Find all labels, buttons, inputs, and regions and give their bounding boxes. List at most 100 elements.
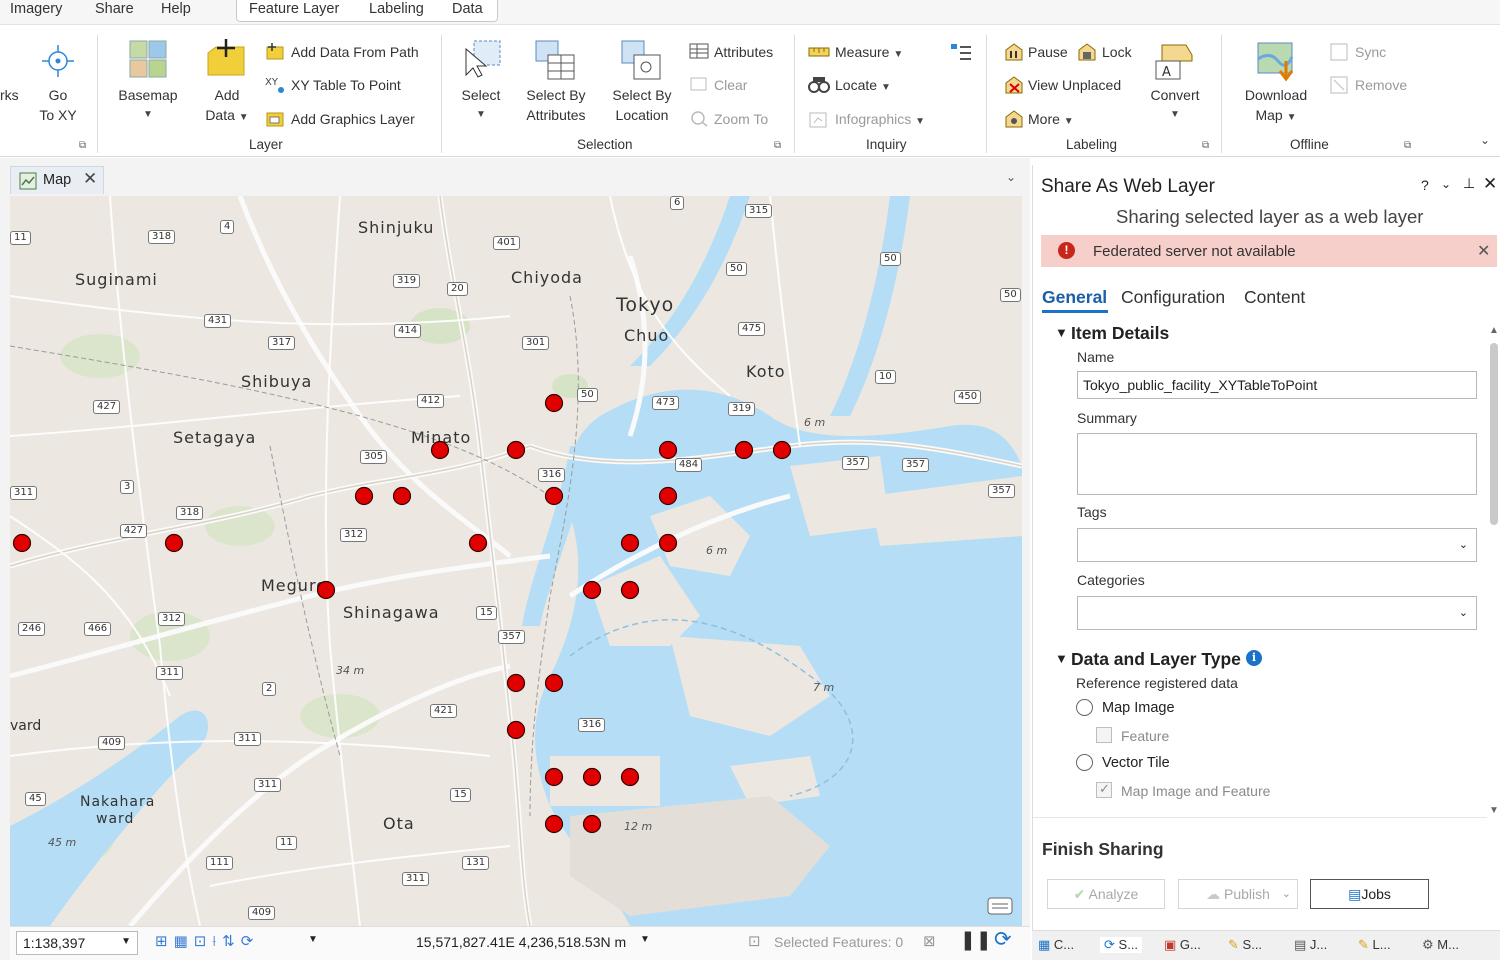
select-button[interactable]: Select ▼ <box>452 85 510 125</box>
basemap-button[interactable]: Basemap ▼ <box>112 85 184 125</box>
add-data-button[interactable]: Add Data ▼ <box>196 85 258 128</box>
pane-scrollbar[interactable]: ▲ ▼ <box>1487 325 1500 825</box>
scroll-down-icon[interactable]: ▼ <box>1489 805 1499 816</box>
facility-point[interactable] <box>468 533 488 553</box>
facility-point[interactable] <box>620 533 640 553</box>
zoom-to-button[interactable]: Zoom To <box>714 109 768 129</box>
facility-point[interactable] <box>772 440 792 460</box>
pane-menu-chevron-icon[interactable]: ⌄ <box>1441 177 1451 191</box>
map-view-tab[interactable]: Map ✕ <box>10 166 104 194</box>
facility-point[interactable] <box>354 486 374 506</box>
facility-point[interactable] <box>316 580 336 600</box>
facility-point[interactable] <box>506 440 526 460</box>
facility-point[interactable] <box>582 814 602 834</box>
facility-point[interactable] <box>164 533 184 553</box>
tab-configuration[interactable]: Configuration <box>1121 287 1225 308</box>
collapse-data-layer-type-icon[interactable]: ▼ <box>1055 651 1068 666</box>
more-button[interactable]: More ▼ <box>1028 109 1074 132</box>
pane-tab-geoprocessing[interactable]: ▣ G... <box>1164 937 1201 953</box>
facility-point[interactable] <box>544 486 564 506</box>
collapse-item-details-icon[interactable]: ▼ <box>1055 325 1068 340</box>
xy-table-to-point-button[interactable]: XY Table To Point <box>291 75 401 95</box>
pin-icon[interactable]: ⊥ <box>1463 175 1475 192</box>
close-map-tab-icon[interactable]: ✕ <box>83 169 97 189</box>
map-image-feature-checkbox[interactable]: ✓ <box>1096 781 1112 798</box>
facility-point[interactable] <box>544 767 564 787</box>
analyze-button[interactable]: ✔ Analyze <box>1047 879 1165 909</box>
download-map-button[interactable]: Download Map ▼ <box>1236 85 1316 128</box>
pane-tab-symbology[interactable]: ✎ S... <box>1228 937 1262 953</box>
select-by-attributes-button[interactable]: Select By Attributes <box>516 85 596 125</box>
tab-general[interactable]: General <box>1042 287 1107 308</box>
help-icon[interactable]: ? <box>1421 177 1429 193</box>
lock-button[interactable]: Lock <box>1102 42 1132 62</box>
feature-checkbox[interactable] <box>1096 727 1112 743</box>
collapse-ribbon-icon[interactable]: ⌄ <box>1480 133 1490 147</box>
tab-imagery[interactable]: Imagery <box>10 0 62 18</box>
go-to-xy-button[interactable]: Go To XY <box>34 85 82 125</box>
labeling-launcher-icon[interactable]: ⧉ <box>1202 140 1209 151</box>
facility-point[interactable] <box>544 393 564 413</box>
close-alert-icon[interactable]: ✕ <box>1477 241 1490 261</box>
tab-feature-layer[interactable]: Feature Layer <box>249 0 339 18</box>
list-settings-icon[interactable] <box>950 42 972 65</box>
facility-point[interactable] <box>620 580 640 600</box>
jobs-button[interactable]: ▤Jobs <box>1310 879 1429 909</box>
facility-point[interactable] <box>544 814 564 834</box>
navigate-launcher-icon[interactable]: ⧉ <box>79 140 86 151</box>
categories-dropdown[interactable]: ⌄ <box>1077 596 1477 630</box>
vector-tile-radio[interactable] <box>1076 754 1093 771</box>
facility-point[interactable] <box>12 533 32 553</box>
infographics-button[interactable]: Infographics ▼ <box>835 109 925 132</box>
chevron-down-icon[interactable]: ▼ <box>308 934 318 945</box>
view-unplaced-button[interactable]: View Unplaced <box>1028 75 1121 95</box>
pause-button[interactable]: Pause <box>1028 42 1068 62</box>
summary-field[interactable] <box>1077 433 1477 495</box>
tab-help[interactable]: Help <box>161 0 191 18</box>
publish-button[interactable]: ☁ Publish ⌄ <box>1178 879 1298 909</box>
tab-labeling[interactable]: Labeling <box>369 0 424 18</box>
pane-tab-share[interactable]: ⟳ S... <box>1100 937 1143 953</box>
tab-data[interactable]: Data <box>452 0 483 18</box>
convert-button[interactable]: Convert ▼ <box>1142 85 1208 125</box>
close-pane-icon[interactable]: ✕ <box>1483 174 1497 194</box>
sync-button[interactable]: Sync <box>1355 42 1386 62</box>
facility-point[interactable] <box>734 440 754 460</box>
refresh-icon[interactable]: ⟳ <box>994 927 1012 952</box>
facility-point[interactable] <box>392 486 412 506</box>
facility-point[interactable] <box>544 673 564 693</box>
clear-selection-icon[interactable]: ⊠ <box>923 932 936 950</box>
facility-point[interactable] <box>658 486 678 506</box>
facility-point[interactable] <box>658 533 678 553</box>
facility-point[interactable] <box>506 720 526 740</box>
name-field[interactable]: Tokyo_public_facility_XYTableToPoint <box>1077 371 1477 399</box>
tab-content[interactable]: Content <box>1244 287 1305 308</box>
facility-point[interactable] <box>582 767 602 787</box>
tags-dropdown[interactable]: ⌄ <box>1077 528 1477 562</box>
item-details-heading[interactable]: Item Details <box>1071 323 1169 344</box>
map-tools-icons[interactable]: ⊞▦⊡⟊⇅⟳ <box>155 932 259 950</box>
tab-share[interactable]: Share <box>95 0 134 18</box>
measure-button[interactable]: Measure ▼ <box>835 42 903 65</box>
facility-point[interactable] <box>430 440 450 460</box>
add-graphics-layer-button[interactable]: Add Graphics Layer <box>291 109 415 129</box>
scale-dropdown[interactable]: 1:138,397 ▼ <box>16 931 138 955</box>
pause-drawing-icon[interactable]: ❚❚ <box>960 929 992 952</box>
offline-launcher-icon[interactable]: ⧉ <box>1404 140 1411 151</box>
facility-point[interactable] <box>620 767 640 787</box>
tab-list-chevron-icon[interactable]: ⌄ <box>1006 170 1016 184</box>
scrollbar-thumb[interactable] <box>1490 343 1498 525</box>
add-data-from-path-button[interactable]: Add Data From Path <box>291 42 419 62</box>
map-view[interactable]: Shinjuku Suginami Chiyoda Tokyo Chuo Kot… <box>10 196 1022 926</box>
clear-button[interactable]: Clear <box>714 75 747 95</box>
selection-launcher-icon[interactable]: ⧉ <box>774 140 781 151</box>
data-layer-type-heading[interactable]: Data and Layer Type <box>1071 649 1241 670</box>
pane-tab-labeling[interactable]: ✎ L... <box>1358 937 1391 953</box>
facility-point[interactable] <box>506 673 526 693</box>
map-navigator-icon[interactable] <box>986 894 1014 921</box>
select-by-location-button[interactable]: Select By Location <box>602 85 682 125</box>
attributes-button[interactable]: Attributes <box>714 42 773 62</box>
remove-button[interactable]: Remove <box>1355 75 1407 95</box>
facility-point[interactable] <box>582 580 602 600</box>
pane-tab-jobs[interactable]: ▤ J... <box>1294 937 1327 953</box>
